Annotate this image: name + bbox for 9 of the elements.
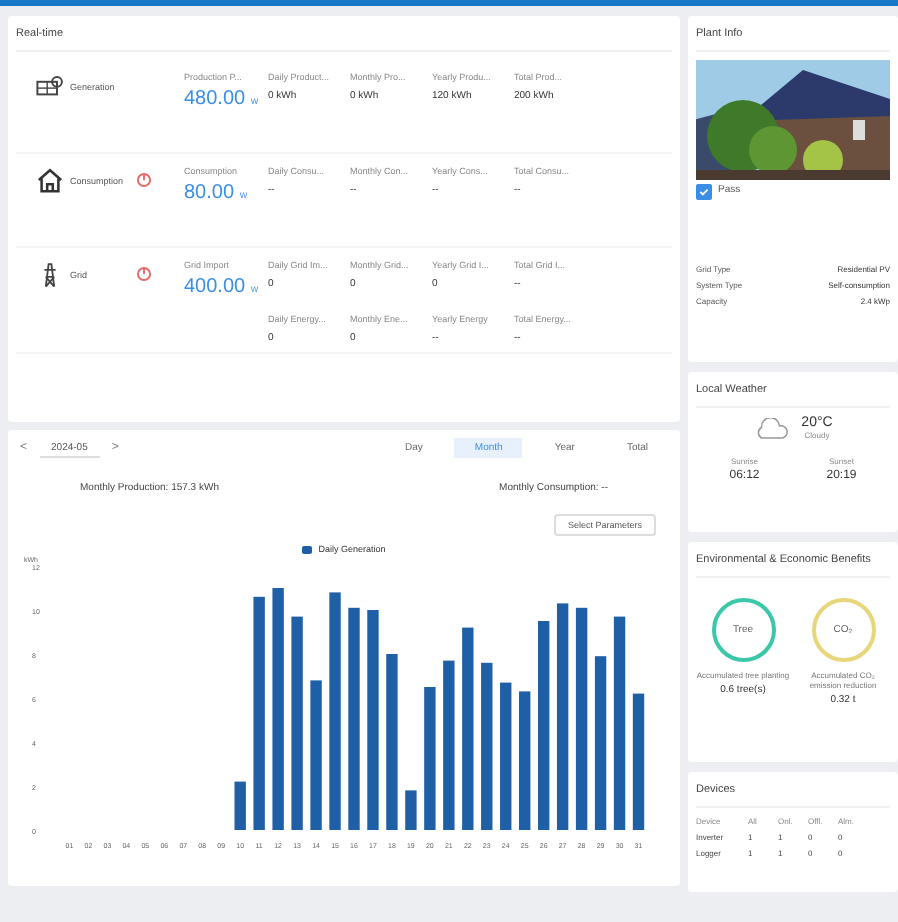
bar [234, 781, 246, 830]
checkbox[interactable] [696, 184, 712, 200]
cloud-icon [753, 417, 790, 439]
solar-panel-icon [36, 72, 64, 100]
bar [405, 790, 417, 830]
bar [424, 687, 436, 830]
house-icon [36, 166, 64, 194]
bar [632, 693, 645, 830]
bar [519, 691, 531, 830]
